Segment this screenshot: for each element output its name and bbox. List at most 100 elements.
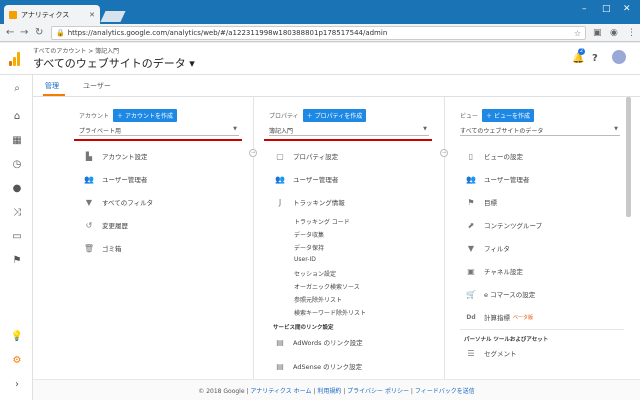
home-icon[interactable]: ⌂: [10, 111, 24, 122]
footer: © 2018 Google | アナリティクス ホーム | 利用規約 | プライ…: [33, 379, 640, 400]
channel-icon: ▣: [467, 266, 475, 276]
property-dropdown[interactable]: 簿記入門 ▼: [269, 124, 429, 136]
conversions-flag-icon[interactable]: ⚑: [10, 255, 24, 266]
forward-icon[interactable]: →: [20, 27, 28, 38]
session-settings-link[interactable]: セッション設定: [294, 269, 336, 278]
expand-nav-icon[interactable]: ›: [10, 379, 24, 390]
adsense-linking-link[interactable]: ▤ AdSense のリンク設定: [273, 361, 362, 372]
extension-icon[interactable]: ▣: [593, 28, 602, 38]
bookmark-star-icon[interactable]: ☆: [574, 29, 581, 38]
all-filters-link[interactable]: ▼ すべてのフィルタ: [82, 197, 153, 208]
help-icon[interactable]: ?: [592, 53, 598, 64]
filter-icon: ▼: [85, 197, 93, 207]
tab-user[interactable]: ユーザー: [83, 81, 111, 91]
organic-search-sources-link[interactable]: オーガニック検索ソース: [294, 282, 360, 291]
view-dropdown[interactable]: すべてのウェブサイトのデータ ▼: [460, 124, 620, 136]
acquisition-icon[interactable]: ⤨: [10, 207, 24, 218]
change-history-link[interactable]: ↺ 変更履歴: [82, 220, 128, 231]
left-nav: ⌕ ⌂ ▦ ◷ ● ⤨ ▭ ⚑ 💡 ⚙ ›: [0, 75, 33, 400]
chevron-down-icon: ▼: [614, 126, 618, 132]
reload-icon[interactable]: ↻: [35, 27, 43, 38]
adsense-icon: ▤: [276, 361, 284, 371]
copyright: © 2018 Google: [198, 388, 245, 395]
property-dropdown-value: 簿記入門: [269, 128, 294, 135]
goals-link[interactable]: ⚑ 目標: [464, 197, 497, 208]
column-divider: [253, 97, 254, 382]
realtime-clock-icon[interactable]: ◷: [10, 159, 24, 170]
view-settings-link[interactable]: ▯ ビューの設定: [464, 151, 523, 162]
personal-tools-header: パーソナル ツールおよびアセット: [464, 337, 549, 343]
tracking-info-link[interactable]: J トラッキング情報: [273, 197, 345, 208]
account-settings-link[interactable]: ▙ アカウント設定: [82, 151, 148, 162]
product-linking-header: サービス間のリンク設定: [273, 325, 334, 331]
minimize-icon[interactable]: –: [582, 4, 587, 14]
search-icon[interactable]: ⌕: [10, 83, 24, 94]
chevron-down-icon: ▼: [233, 126, 237, 132]
scrollbar[interactable]: [626, 97, 631, 217]
menu-icon[interactable]: ⋮: [627, 28, 636, 38]
browser-tab[interactable]: アナリティクス ✕: [4, 5, 100, 24]
account-column-header: アカウント ＋ アカウントを作成: [79, 109, 177, 122]
user-id-link[interactable]: User-ID: [294, 256, 316, 263]
view-dropdown-value: すべてのウェブサイトのデータ: [460, 128, 544, 135]
notification-badge: 2: [578, 48, 585, 55]
breadcrumb[interactable]: すべてのアカウント > 簿記入門: [33, 46, 119, 55]
admin-gear-icon[interactable]: ⚙: [10, 355, 24, 366]
content-group-icon: ⬈: [467, 220, 475, 230]
terms-link[interactable]: 利用規約: [317, 388, 341, 395]
analytics-home-link[interactable]: アナリティクス ホーム: [250, 388, 311, 395]
customization-icon[interactable]: ▦: [10, 135, 24, 146]
cart-icon: 🛒: [466, 289, 476, 299]
content-grouping-link[interactable]: ⬈ コンテンツグループ: [464, 220, 542, 231]
account-dropdown[interactable]: プライベート用 ▼: [79, 124, 239, 136]
admin-panel: 管理 ユーザー アカウント ＋ アカウントを作成 プライベート用 ▼ ▙ アカウント…: [33, 75, 640, 400]
analytics-logo-icon[interactable]: [9, 52, 21, 66]
avatar[interactable]: [612, 50, 626, 64]
url-field[interactable]: 🔒 https://analytics.google.com/analytics…: [51, 26, 586, 40]
create-account-button[interactable]: ＋ アカウントを作成: [113, 109, 177, 122]
trash-link[interactable]: 🗑 ゴミ箱: [82, 243, 122, 254]
search-term-exclusion-link[interactable]: 検索キーワード除外リスト: [294, 308, 366, 317]
column-divider: [444, 97, 445, 382]
property-settings-link[interactable]: ▢ プロパティ設定: [273, 151, 338, 162]
dd-metrics-icon: Dd: [466, 313, 476, 321]
window-close-icon[interactable]: ✕: [623, 4, 631, 14]
ecommerce-settings-link[interactable]: 🛒 e コマースの設定: [464, 289, 535, 300]
adwords-linking-link[interactable]: ▤ AdWords のリンク設定: [273, 337, 362, 348]
create-property-button[interactable]: ＋ プロパティを作成: [302, 109, 367, 122]
document-icon: ▯: [468, 151, 474, 161]
data-collection-link[interactable]: データ収集: [294, 230, 324, 239]
property-user-management-link[interactable]: 👥 ユーザー管理者: [273, 174, 338, 185]
camera-icon[interactable]: ◉: [610, 28, 618, 38]
arrow-right-icon: →: [440, 149, 448, 157]
behavior-icon[interactable]: ▭: [10, 231, 24, 242]
close-tab-icon[interactable]: ✕: [89, 11, 95, 19]
audience-person-icon[interactable]: ●: [10, 183, 24, 194]
tab-title: アナリティクス: [21, 10, 70, 19]
view-label: ビュー: [460, 113, 479, 120]
address-bar-row: ← → ↻ 🔒 https://analytics.google.com/ana…: [0, 24, 640, 42]
calculated-metrics-link[interactable]: Dd 計算指標 ベータ版: [464, 312, 533, 323]
discover-lightbulb-icon[interactable]: 💡: [10, 331, 24, 342]
segment-icon: ☰: [467, 348, 475, 358]
account-user-management-link[interactable]: 👥 ユーザー管理者: [82, 174, 147, 185]
account-selector[interactable]: すべてのウェブサイトのデータ ▾: [33, 55, 195, 71]
admin-tabs: 管理 ユーザー: [33, 75, 640, 97]
segments-link[interactable]: ☰ セグメント: [464, 348, 516, 359]
data-retention-link[interactable]: データ保持: [294, 243, 324, 252]
referral-exclusion-link[interactable]: 参照元除外リスト: [294, 295, 342, 304]
create-view-button[interactable]: ＋ ビューを作成: [482, 109, 534, 122]
tab-admin[interactable]: 管理: [43, 81, 65, 96]
view-filters-link[interactable]: ▼ フィルタ: [464, 243, 510, 254]
adwords-icon: ▤: [276, 337, 284, 347]
feedback-link[interactable]: フィードバックを送信: [415, 388, 475, 395]
channel-settings-link[interactable]: ▣ チャネル設定: [464, 266, 523, 277]
back-icon[interactable]: ←: [6, 27, 14, 38]
maximize-icon[interactable]: □: [602, 4, 611, 14]
privacy-link[interactable]: プライバシー ポリシー: [347, 388, 409, 395]
view-user-management-link[interactable]: 👥 ユーザー管理者: [464, 174, 529, 185]
arrow-right-icon: →: [249, 149, 257, 157]
new-tab-button[interactable]: [100, 11, 126, 22]
users-icon: 👥: [275, 174, 285, 184]
tracking-code-link[interactable]: トラッキング コード: [294, 217, 350, 226]
